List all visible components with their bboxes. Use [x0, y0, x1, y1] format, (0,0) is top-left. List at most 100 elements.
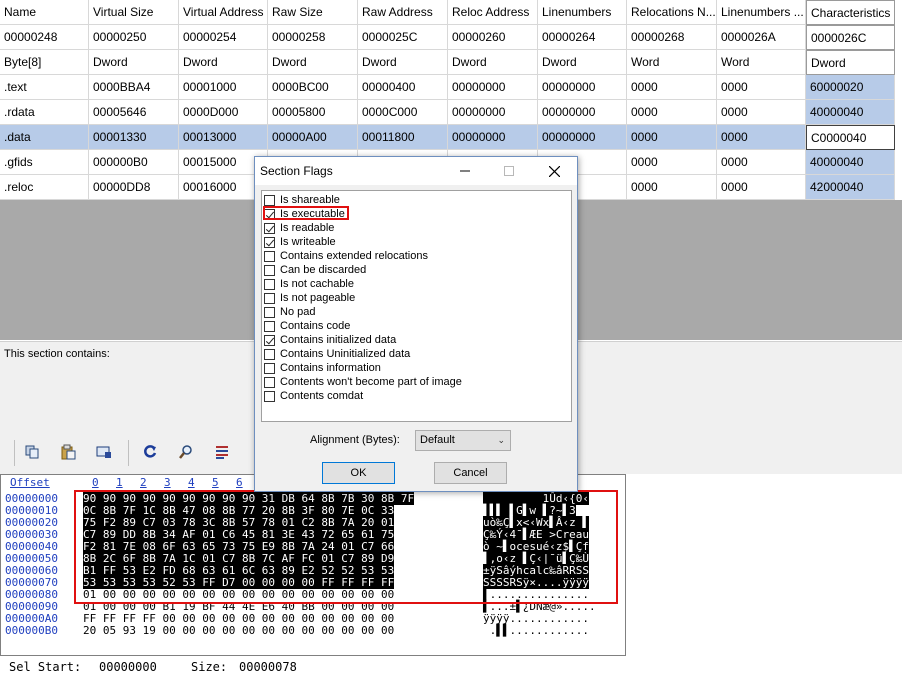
flags-list[interactable]: Is shareable Is executable Is readable Is w… [261, 190, 572, 422]
checkbox-unchecked-icon[interactable] [264, 348, 275, 360]
table-cell[interactable]: C0000040 [806, 125, 895, 150]
table-cell[interactable]: Linenumbers [538, 0, 627, 25]
flag-checkbox[interactable]: Contains Uninitialized data [264, 347, 410, 361]
checkbox-checked-icon[interactable] [264, 222, 275, 234]
checkbox-unchecked-icon[interactable] [264, 362, 275, 374]
monitor-icon[interactable] [94, 442, 114, 462]
table-cell[interactable]: 00011800 [358, 125, 448, 150]
flag-checkbox[interactable]: Contents comdat [264, 389, 363, 403]
table-cell[interactable]: 00000000 [538, 100, 627, 125]
flag-checkbox[interactable]: Is not cachable [264, 277, 354, 291]
refresh-icon[interactable] [140, 442, 160, 462]
checkbox-unchecked-icon[interactable] [264, 292, 275, 304]
table-cell[interactable]: 00000268 [627, 25, 717, 50]
paste-icon[interactable] [58, 442, 78, 462]
table-cell[interactable]: 0000026C [806, 25, 895, 50]
flag-checkbox[interactable]: Contains information [264, 361, 381, 375]
table-type-row[interactable]: Byte[8] Dword Dword Dword Dword Dword Dword Wor… [0, 50, 902, 75]
table-cell[interactable]: Byte[8] [0, 50, 89, 75]
checkbox-checked-icon[interactable] [264, 208, 275, 220]
checkbox-unchecked-icon[interactable] [264, 320, 275, 332]
table-cell[interactable]: 0000 [627, 150, 717, 175]
table-cell[interactable]: 00005800 [268, 100, 358, 125]
table-cell[interactable]: 00000248 [0, 25, 89, 50]
hex-bytes-column[interactable]: 90 90 90 90 90 90 90 90 90 31 DB 64 8B 7… [83, 492, 415, 637]
checkbox-unchecked-icon[interactable] [264, 376, 275, 388]
table-cell[interactable]: 00001330 [89, 125, 179, 150]
flag-checkbox[interactable]: Can be discarded [264, 263, 366, 277]
table-cell[interactable]: Name [0, 0, 89, 25]
table-cell[interactable]: Characteristics [806, 0, 895, 25]
table-cell[interactable]: Virtual Size [89, 0, 179, 25]
table-row[interactable]: .rdata 00005646 0000D000 00005800 0000C000 00… [0, 100, 902, 125]
table-cell[interactable]: 0000BBA4 [89, 75, 179, 100]
hex-ascii-text[interactable]: .▌▌............ [483, 624, 589, 637]
flag-checkbox[interactable]: Contains extended relocations [264, 249, 428, 263]
flag-checkbox[interactable]: Contents won't become part of image [264, 375, 462, 389]
table-cell[interactable]: 40000040 [806, 150, 895, 175]
table-cell[interactable]: 42000040 [806, 175, 895, 200]
table-cell[interactable]: .rdata [0, 100, 89, 125]
checkbox-unchecked-icon[interactable] [264, 250, 275, 262]
table-cell[interactable]: 00013000 [179, 125, 268, 150]
table-cell[interactable]: 0000 [627, 100, 717, 125]
table-cell[interactable]: 0000 [717, 100, 806, 125]
table-cell[interactable]: Virtual Address [179, 0, 268, 25]
table-cell[interactable]: 00000A00 [268, 125, 358, 150]
table-row[interactable]: .text 0000BBA4 00001000 0000BC00 00000400 000… [0, 75, 902, 100]
table-cell[interactable]: .reloc [0, 175, 89, 200]
table-cell[interactable]: 00000000 [448, 100, 538, 125]
table-cell[interactable]: Relocations N... [627, 0, 717, 25]
table-cell[interactable]: Dword [268, 50, 358, 75]
table-cell[interactable]: Raw Address [358, 0, 448, 25]
list-icon[interactable] [212, 442, 232, 462]
table-cell[interactable]: 00000254 [179, 25, 268, 50]
table-cell[interactable]: 0000 [717, 175, 806, 200]
table-cell[interactable]: 0000D000 [179, 100, 268, 125]
table-cell[interactable]: 0000 [717, 150, 806, 175]
table-cell[interactable]: 00000258 [268, 25, 358, 50]
table-cell[interactable]: 0000 [717, 75, 806, 100]
flag-checkbox[interactable]: Is writeable [264, 235, 336, 249]
table-cell[interactable]: 00001000 [179, 75, 268, 100]
table-cell[interactable]: 000000B0 [89, 150, 179, 175]
table-cell[interactable]: 0000 [717, 125, 806, 150]
checkbox-checked-icon[interactable] [264, 334, 275, 346]
table-offset-row[interactable]: 00000248 00000250 00000254 00000258 0000025C… [0, 25, 902, 50]
hex-ascii-column[interactable]: 1Ûd‹{0‹ ▌▌▌ ▌G▌w ▌?~▌3 uò‰Ç▌x<‹Wx▌Â‹z ▌ Ç‰Ý… [483, 492, 596, 637]
table-cell[interactable]: 00000250 [89, 25, 179, 50]
table-cell[interactable]: 00000260 [448, 25, 538, 50]
table-cell[interactable]: 00000000 [448, 125, 538, 150]
alignment-select[interactable]: Default ⌄ [415, 430, 511, 451]
table-cell[interactable]: Dword [448, 50, 538, 75]
table-cell[interactable]: .text [0, 75, 89, 100]
minimize-button[interactable] [443, 157, 487, 185]
table-cell[interactable]: Dword [538, 50, 627, 75]
table-cell[interactable]: 60000020 [806, 75, 895, 100]
table-cell[interactable]: .data [0, 125, 89, 150]
checkbox-checked-icon[interactable] [264, 236, 275, 248]
table-cell[interactable]: 0000 [627, 75, 717, 100]
flag-checkbox[interactable]: Contains code [264, 319, 350, 333]
ok-button[interactable]: OK [322, 462, 395, 484]
flag-checkbox[interactable]: Is readable [264, 221, 334, 235]
table-cell[interactable]: 0000 [627, 175, 717, 200]
table-cell[interactable]: Dword [89, 50, 179, 75]
flag-checkbox[interactable]: No pad [264, 305, 315, 319]
table-cell[interactable]: 0000 [627, 125, 717, 150]
cancel-button[interactable]: Cancel [434, 462, 507, 484]
checkbox-unchecked-icon[interactable] [264, 306, 275, 318]
search-icon[interactable] [176, 442, 196, 462]
table-header-row[interactable]: Name Virtual Size Virtual Address Raw Size R… [0, 0, 902, 25]
table-cell[interactable]: 00005646 [89, 100, 179, 125]
table-row[interactable]: .data 00001330 00013000 00000A00 00011800 000… [0, 125, 902, 150]
flag-checkbox[interactable]: Is executable [264, 207, 345, 221]
table-cell[interactable]: 0000BC00 [268, 75, 358, 100]
table-cell[interactable]: Dword [179, 50, 268, 75]
flag-checkbox[interactable]: Is shareable [264, 193, 340, 207]
table-cell[interactable]: Raw Size [268, 0, 358, 25]
table-cell[interactable]: Word [717, 50, 806, 75]
table-cell[interactable]: 0000025C [358, 25, 448, 50]
hex-byte-text[interactable]: 20 05 93 19 00 00 00 00 00 00 00 00 00 0… [83, 624, 394, 637]
copy-icon[interactable] [22, 442, 42, 462]
